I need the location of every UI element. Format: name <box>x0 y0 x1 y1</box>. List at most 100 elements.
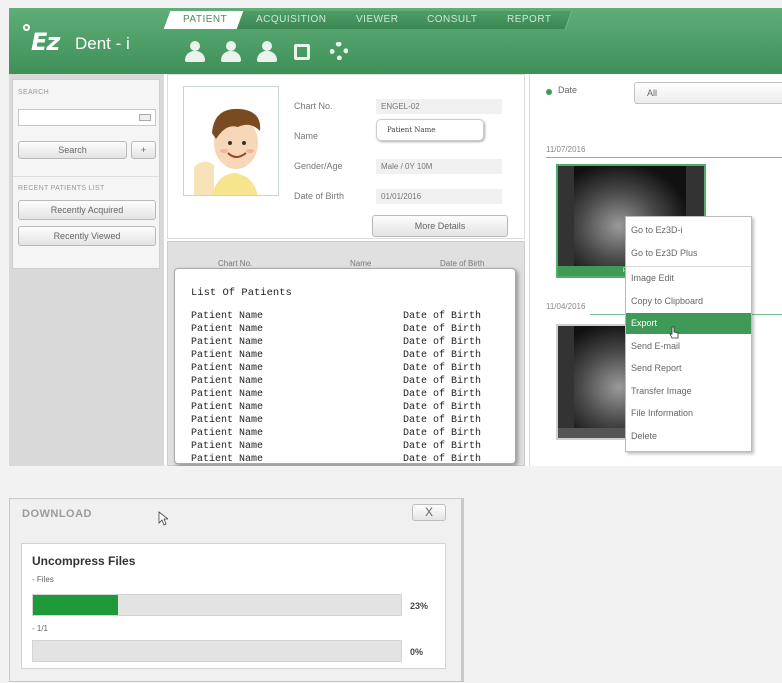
patient-dob: Date of Birth <box>403 389 482 400</box>
close-button[interactable]: X <box>412 504 446 521</box>
list-item[interactable]: Patient Name Date of Birth <box>191 363 511 375</box>
logo-sub: Dent - i <box>75 34 130 53</box>
tab-consult[interactable]: CONSULT <box>407 11 499 29</box>
patient-dob: Date of Birth <box>403 402 482 413</box>
tab-report[interactable]: REPORT <box>487 11 572 29</box>
dob-label: Date of Birth <box>294 191 345 201</box>
date-group-1: 11/07/2016 <box>546 145 586 154</box>
settings-icon[interactable] <box>328 38 350 64</box>
chart-no-value: ENGEL-02 <box>376 99 502 114</box>
name-value[interactable]: Patient Name <box>376 119 484 141</box>
plus-button[interactable]: + <box>131 141 156 159</box>
patients-list-popup: List Of Patients Patient Name Date of Bir… <box>174 268 516 466</box>
popup-title: List Of Patients <box>191 287 292 299</box>
list-item[interactable]: Patient Name Date of Birth <box>191 454 511 466</box>
menu-item-export[interactable]: Export <box>626 313 751 334</box>
column-chart-no[interactable]: Chart No. <box>218 259 252 268</box>
list-item[interactable]: Patient Name Date of Birth <box>191 402 511 414</box>
ezdent-window: Ez Dent - i PATIENT ACQUISITION VIEWER C… <box>9 8 782 466</box>
recent-patients-label: RECENT PATIENTS LIST <box>18 185 105 192</box>
app-logo: Ez Dent - i <box>19 18 159 66</box>
menu-item-send-report[interactable]: Send Report <box>626 358 751 379</box>
search-panel: SEARCH Search + RECENT PATIENTS LIST Rec… <box>12 79 160 269</box>
patient-name: Patient Name <box>191 376 264 387</box>
list-item[interactable]: Patient Name Date of Birth <box>191 350 511 362</box>
menu-item-file-information[interactable]: File Information <box>626 403 751 424</box>
patient-dob: Date of Birth <box>403 363 482 374</box>
name-label: Name <box>294 131 319 141</box>
edit-patient-icon[interactable] <box>220 38 242 64</box>
column-dob[interactable]: Date of Birth <box>440 259 484 268</box>
part-percent: 0% <box>410 647 424 657</box>
search-input[interactable] <box>18 109 156 126</box>
patient-dob: Date of Birth <box>403 324 482 335</box>
patient-dob: Date of Birth <box>403 441 482 452</box>
mouse-cursor-icon <box>158 511 168 526</box>
tab-acquisition[interactable]: ACQUISITION <box>236 11 348 29</box>
patient-name: Patient Name <box>191 441 264 452</box>
list-item[interactable]: Patient Name Date of Birth <box>191 324 511 336</box>
tab-label: CONSULT <box>427 14 478 25</box>
patient-name: Patient Name <box>191 428 264 439</box>
patient-dob: Date of Birth <box>403 376 482 387</box>
chart-no-label: Chart No. <box>294 101 333 111</box>
menu-item-send-e-mail[interactable]: Send E-mail <box>626 336 751 357</box>
patient-dob: Date of Birth <box>403 415 482 426</box>
files-label: - Files <box>32 575 54 584</box>
menu-item-copy-to-clipboard[interactable]: Copy to Clipboard <box>626 291 751 312</box>
list-item[interactable]: Patient Name Date of Birth <box>191 376 511 388</box>
patient-dob: Date of Birth <box>403 337 482 348</box>
left-sidebar: SEARCH Search + RECENT PATIENTS LIST Rec… <box>9 74 164 466</box>
list-item[interactable]: Patient Name Date of Birth <box>191 441 511 453</box>
date-group-2: 11/04/2016 <box>546 302 586 311</box>
date-radio[interactable] <box>546 89 552 95</box>
tab-viewer[interactable]: VIEWER <box>336 11 419 29</box>
menu-item-image-edit[interactable]: Image Edit <box>626 268 751 289</box>
list-item[interactable]: Patient Name Date of Birth <box>191 337 511 349</box>
uncompress-heading: Uncompress Files <box>32 554 136 568</box>
list-item[interactable]: Patient Name Date of Birth <box>191 311 511 323</box>
patient-name: Patient Name <box>191 454 264 465</box>
menu-item-delete[interactable]: Delete <box>626 426 751 447</box>
patient-name: Patient Name <box>191 389 264 400</box>
search-label: SEARCH <box>18 89 49 96</box>
column-name[interactable]: Name <box>350 259 371 268</box>
hand-pointer-icon <box>669 326 679 339</box>
patient-name: Patient Name <box>191 324 264 335</box>
menu-item-go-to-ez3d-plus[interactable]: Go to Ez3D Plus <box>626 243 751 264</box>
logo-dot-icon <box>23 24 30 31</box>
files-progress-bar <box>32 594 402 616</box>
search-button[interactable]: Search <box>18 141 127 159</box>
patient-photo <box>183 86 279 196</box>
menu-item-go-to-ez3d-i[interactable]: Go to Ez3D-i <box>626 220 751 241</box>
dialog-title: DOWNLOAD <box>22 508 92 520</box>
patient-name: Patient Name <box>191 311 264 322</box>
gender-age-value: Male / 0Y 10M <box>376 159 502 174</box>
patient-name: Patient Name <box>191 337 264 348</box>
part-progress-bar <box>32 640 402 662</box>
list-item[interactable]: Patient Name Date of Birth <box>191 389 511 401</box>
list-item[interactable]: Patient Name Date of Birth <box>191 428 511 440</box>
tab-patient[interactable]: PATIENT <box>163 11 248 29</box>
keyboard-icon[interactable] <box>139 114 151 121</box>
download-dialog: DOWNLOAD X Uncompress Files - Files 23% … <box>9 498 464 682</box>
dob-value: 01/01/2016 <box>376 189 502 204</box>
logo-main: Ez <box>31 28 60 56</box>
delete-patient-icon[interactable] <box>256 38 278 64</box>
patient-dob: Date of Birth <box>403 350 482 361</box>
menu-separator <box>626 266 751 267</box>
tab-label: REPORT <box>506 14 552 25</box>
recently-viewed-button[interactable]: Recently Viewed <box>18 226 156 246</box>
recently-acquired-button[interactable]: Recently Acquired <box>18 200 156 220</box>
menu-item-transfer-image[interactable]: Transfer Image <box>626 381 751 402</box>
more-details-button[interactable]: More Details <box>372 215 508 237</box>
list-item[interactable]: Patient Name Date of Birth <box>191 415 511 427</box>
download-progress-box: Uncompress Files - Files 23% - 1/1 0% <box>21 543 446 669</box>
patient-avatar-icon <box>184 87 278 195</box>
patient-info-panel: Chart No. ENGEL-02 Name Patient Name Gen… <box>167 74 525 239</box>
import-icon[interactable] <box>292 38 314 64</box>
filter-select[interactable]: All <box>634 82 782 104</box>
patient-dob: Date of Birth <box>403 428 482 439</box>
new-patient-icon[interactable] <box>184 38 206 64</box>
patient-list-panel: Chart No. Name Date of Birth List Of Pat… <box>167 241 525 466</box>
